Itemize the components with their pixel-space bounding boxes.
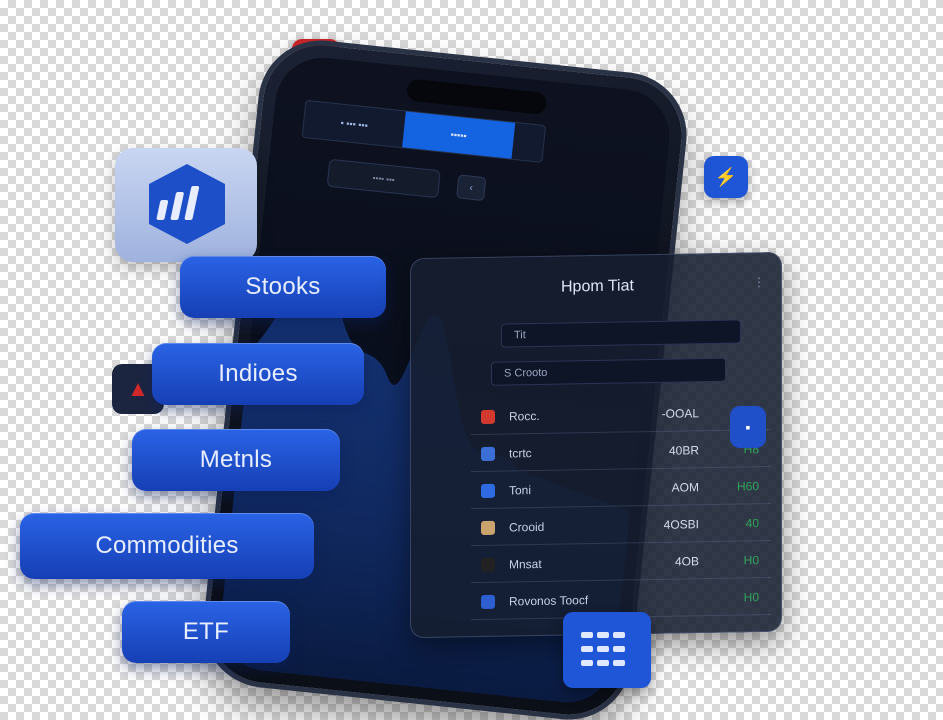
asset-change: 40 — [745, 516, 759, 531]
asset-icon — [481, 557, 495, 573]
asset-name: Rovonos Toocf — [509, 593, 589, 609]
category-label: Indioes — [218, 360, 298, 387]
asset-icon — [481, 520, 495, 536]
asset-change: H0 — [743, 553, 759, 568]
phone-notch — [406, 78, 548, 116]
asset-icon — [481, 446, 495, 462]
watchlist-row[interactable]: Mnsat 4OB H0 — [471, 542, 771, 584]
asset-name: Rocc. — [509, 408, 540, 424]
asset-name: Toni — [509, 483, 532, 498]
panel-title: Hpom Tiat — [561, 277, 634, 296]
asset-change: H0 — [743, 590, 759, 605]
category-label: Commodities — [95, 532, 239, 559]
app-logo-tile — [115, 148, 257, 262]
bar-logo-icon — [149, 164, 225, 244]
category-label: Stooks — [245, 273, 321, 300]
category-label: ETF — [182, 618, 230, 645]
asset-value: -OOAL — [661, 406, 699, 421]
grid-badge-icon — [563, 612, 651, 688]
asset-icon — [481, 483, 495, 499]
watchlist-row[interactable]: Toni AOM H60 — [471, 468, 771, 510]
lightning-icon: ⚡ — [704, 156, 748, 198]
asset-icon — [481, 594, 495, 610]
category-metals[interactable]: Metnls — [132, 429, 340, 491]
search-field[interactable]: ▪▪▪▪ ▪▪▪ — [326, 158, 441, 199]
asset-value — [619, 598, 699, 599]
back-icon[interactable]: ‹ — [456, 174, 487, 202]
asset-icon — [481, 409, 495, 425]
asset-value: 4OSBI — [663, 517, 699, 532]
search-field-panel[interactable]: S Crooto — [491, 357, 726, 386]
side-badge-icon: ▪ — [730, 406, 766, 448]
watchlist-row[interactable]: Crooid 4OSBI 40 — [471, 505, 771, 547]
category-stocks[interactable]: Stooks — [180, 256, 386, 318]
tab-2[interactable]: ▪▪▪▪▪ — [402, 111, 516, 159]
asset-value: 40BR — [668, 443, 699, 458]
category-label: Metnls — [199, 446, 273, 473]
category-etf[interactable]: ETF — [122, 601, 290, 663]
asset-value: 4OB — [674, 554, 699, 569]
asset-name: Crooid — [509, 519, 545, 535]
asset-value: AOM — [671, 480, 699, 495]
asset-change: H60 — [736, 479, 759, 494]
category-commodities[interactable]: Commodities — [20, 513, 314, 579]
grid-icon — [581, 632, 625, 666]
watchlist-row[interactable]: Rocc.-OOAL860 — [471, 394, 771, 436]
tab-1[interactable]: ▪ ▪▪▪ ▪▪▪ — [303, 101, 406, 147]
watchlist-panel: Hpom Tiat ⋮ Tit S Crooto Rocc.-OOAL860tc… — [410, 251, 782, 639]
asset-name: Mnsat — [509, 556, 542, 572]
watchlist-row[interactable]: tcrtc 40BR H8 — [471, 431, 771, 473]
category-indices[interactable]: Indioes — [152, 343, 364, 405]
asset-name: tcrtc — [509, 446, 532, 461]
filter-field[interactable]: Tit — [501, 319, 741, 348]
menu-icon[interactable]: ⋮ — [753, 275, 765, 289]
